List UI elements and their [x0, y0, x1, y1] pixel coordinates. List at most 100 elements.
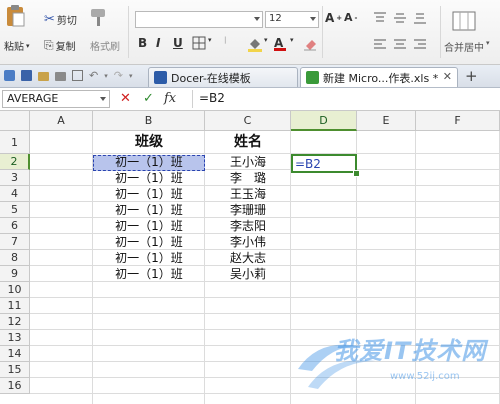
- row-header-3[interactable]: 3: [0, 170, 30, 186]
- column-header-f[interactable]: F: [416, 111, 500, 131]
- docer-icon: [154, 71, 167, 84]
- name-cell[interactable]: 李 璐: [205, 170, 291, 186]
- name-cell[interactable]: 李小伟: [205, 234, 291, 250]
- align-left-icon[interactable]: [373, 37, 387, 51]
- font-color-icon[interactable]: A: [274, 36, 286, 51]
- column-header-e[interactable]: E: [357, 111, 416, 131]
- align-center-icon[interactable]: [393, 37, 407, 51]
- chevron-down-icon[interactable]: ▾: [486, 39, 490, 47]
- merge-center-icon[interactable]: [452, 10, 476, 32]
- row-header-7[interactable]: 7: [0, 234, 30, 250]
- chevron-down-icon[interactable]: ▾: [290, 36, 294, 44]
- header-name-cell[interactable]: 姓名: [205, 132, 291, 152]
- row-header-4[interactable]: 4: [0, 186, 30, 202]
- class-cell[interactable]: 初一（1）班: [93, 154, 205, 170]
- row-header-14[interactable]: 14: [0, 346, 30, 362]
- undo-icon[interactable]: ↶: [89, 69, 98, 82]
- header-class-cell[interactable]: 班级: [93, 132, 205, 152]
- row-header-6[interactable]: 6: [0, 218, 30, 234]
- print-preview-icon[interactable]: [72, 70, 83, 81]
- fill-handle[interactable]: [353, 170, 360, 177]
- tab-workbook[interactable]: 新建 Micro...作表.xls * ✕: [300, 67, 458, 87]
- new-tab-button[interactable]: +: [465, 67, 478, 85]
- class-cell[interactable]: 初一（1）班: [93, 266, 205, 282]
- watermark-url: www.52ij.com: [390, 371, 460, 382]
- cancel-icon[interactable]: ✕: [120, 91, 131, 106]
- bold-button[interactable]: B: [138, 36, 147, 50]
- confirm-icon[interactable]: ✓: [143, 91, 154, 106]
- class-cell[interactable]: 初一（1）班: [93, 202, 205, 218]
- class-cell[interactable]: 初一（1）班: [93, 234, 205, 250]
- align-bottom-icon[interactable]: [413, 11, 427, 25]
- border-icon[interactable]: [192, 36, 206, 53]
- name-box[interactable]: AVERAGE: [2, 90, 110, 108]
- grow-font-button[interactable]: A +: [325, 11, 342, 25]
- row-header-16[interactable]: 16: [0, 378, 30, 394]
- column-header-d[interactable]: D: [291, 111, 357, 131]
- format-painter-icon[interactable]: [88, 6, 110, 28]
- quick-access-toolbar: ↶ ▾ ↷ ▾: [4, 69, 132, 82]
- class-cell[interactable]: 初一（1）班: [93, 186, 205, 202]
- fill-color-icon[interactable]: [247, 36, 263, 55]
- app-menu-icon[interactable]: [4, 70, 15, 81]
- shrink-font-button[interactable]: A-: [344, 11, 357, 24]
- row-header-1[interactable]: 1: [0, 131, 30, 154]
- chevron-down-icon[interactable]: ▾: [264, 36, 268, 44]
- grid-row-line: [30, 313, 500, 314]
- align-middle-icon[interactable]: [393, 11, 407, 25]
- plus-icon: +: [465, 67, 478, 85]
- paste-button[interactable]: [4, 4, 26, 28]
- row-header-13[interactable]: 13: [0, 330, 30, 346]
- class-cell[interactable]: 初一（1）班: [93, 250, 205, 266]
- row-header-10[interactable]: 10: [0, 282, 30, 298]
- chevron-down-icon[interactable]: ▾: [208, 36, 212, 44]
- merge-center-button[interactable]: 合并居中: [444, 39, 484, 54]
- close-icon[interactable]: ✕: [443, 70, 452, 83]
- font-name-select[interactable]: [135, 11, 263, 28]
- cut-button[interactable]: ✂ 剪切: [44, 12, 77, 27]
- chevron-down-icon[interactable]: ▾: [104, 72, 108, 80]
- align-top-icon[interactable]: [373, 11, 387, 25]
- watermark-title: 我爱IT技术网: [334, 337, 487, 365]
- row-header-2[interactable]: 2: [0, 154, 30, 170]
- align-right-icon[interactable]: [413, 37, 427, 51]
- format-painter-button[interactable]: 格式刷: [90, 38, 120, 53]
- italic-button[interactable]: I: [156, 36, 160, 50]
- row-header-9[interactable]: 9: [0, 266, 30, 282]
- formula-bar: AVERAGE ✕ ✓ fx =B2: [0, 88, 500, 111]
- insert-function-icon[interactable]: fx: [164, 91, 176, 106]
- name-cell[interactable]: 李志阳: [205, 218, 291, 234]
- name-cell[interactable]: 赵大志: [205, 250, 291, 266]
- copy-button[interactable]: ⎘ 复制: [44, 38, 76, 53]
- column-header-c[interactable]: C: [205, 111, 291, 131]
- formula-input[interactable]: =B2: [192, 90, 498, 108]
- print-icon[interactable]: [55, 72, 66, 81]
- ribbon-divider: [322, 6, 323, 58]
- name-cell[interactable]: 李珊珊: [205, 202, 291, 218]
- spreadsheet-icon: [306, 71, 319, 84]
- font-size-select[interactable]: 12: [265, 11, 319, 28]
- chevron-down-icon[interactable]: ▾: [129, 72, 133, 80]
- clear-format-icon[interactable]: [302, 36, 318, 55]
- name-cell[interactable]: 王小海: [205, 154, 291, 170]
- column-header-b[interactable]: B: [93, 111, 205, 131]
- class-cell[interactable]: 初一（1）班: [93, 218, 205, 234]
- row-header-11[interactable]: 11: [0, 298, 30, 314]
- redo-icon[interactable]: ↷: [114, 69, 123, 82]
- paste-label-button[interactable]: 粘贴 ▾: [4, 38, 30, 54]
- name-cell[interactable]: 王玉海: [205, 186, 291, 202]
- active-cell-d2[interactable]: =B2: [291, 154, 357, 173]
- open-icon[interactable]: [38, 72, 49, 81]
- row-header-8[interactable]: 8: [0, 250, 30, 266]
- save-icon[interactable]: [21, 70, 32, 81]
- tab-docer[interactable]: Docer-在线模板: [148, 67, 298, 87]
- ribbon-divider: |: [224, 36, 227, 44]
- row-header-12[interactable]: 12: [0, 314, 30, 330]
- class-cell[interactable]: 初一（1）班: [93, 170, 205, 186]
- row-header-5[interactable]: 5: [0, 202, 30, 218]
- underline-button[interactable]: U: [173, 36, 183, 50]
- column-header-a[interactable]: A: [30, 111, 93, 131]
- select-all-corner[interactable]: [0, 111, 30, 131]
- name-cell[interactable]: 吴小莉: [205, 266, 291, 282]
- row-header-15[interactable]: 15: [0, 362, 30, 378]
